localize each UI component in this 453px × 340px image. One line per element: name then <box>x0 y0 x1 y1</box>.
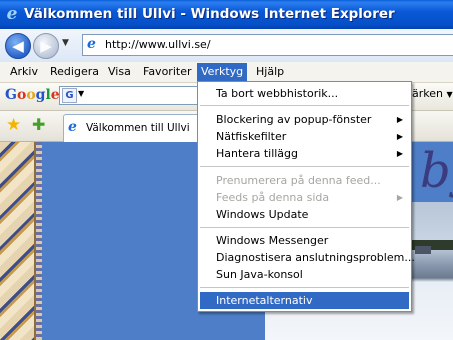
menu-item-windows-messenger[interactable]: Windows Messenger <box>200 232 409 249</box>
address-input[interactable]: e http://www.ullvi.se/ <box>82 34 453 56</box>
recent-pages-dropdown-icon[interactable]: ▼ <box>62 38 69 48</box>
submenu-arrow-icon: ▶ <box>396 193 403 202</box>
submenu-arrow-icon: ▶ <box>396 149 403 158</box>
forward-arrow-icon: ▶ <box>40 37 52 55</box>
menu-item-phishing-filter[interactable]: Nätfiskefilter ▶ <box>200 128 409 145</box>
menu-redigera[interactable]: Redigera <box>46 63 103 81</box>
menu-separator <box>200 287 409 288</box>
forward-button[interactable]: ▶ <box>33 33 59 59</box>
menu-hjalp[interactable]: Hjälp <box>252 63 288 81</box>
menu-item-manage-addons[interactable]: Hantera tillägg ▶ <box>200 145 409 162</box>
menu-favoriter[interactable]: Favoriter <box>139 63 195 81</box>
menu-item-popup-blocker[interactable]: Blockering av popup-fönster ▶ <box>200 111 409 128</box>
page-icon: e <box>68 119 77 135</box>
page-heading-fragment: by <box>420 143 453 199</box>
bookmarks-label: ärken <box>412 87 443 100</box>
chevron-down-icon[interactable]: ▼ <box>78 89 84 98</box>
back-arrow-icon: ◀ <box>12 37 24 55</box>
google-logo[interactable]: Google <box>5 86 60 104</box>
menu-item-subscribe-feed: Prenumerera på denna feed... <box>216 174 381 187</box>
menu-item-internet-options[interactable]: Internetalternativ <box>200 292 409 309</box>
tab-label: Välkommen till Ullvi <box>86 122 190 134</box>
google-g-icon: G <box>62 88 77 103</box>
tools-menu: Ta bort webbhistorik... Blockering av po… <box>197 81 415 312</box>
submenu-arrow-icon: ▶ <box>396 115 403 124</box>
submenu-arrow-icon: ▶ <box>396 132 403 141</box>
add-favorites-icon[interactable]: ✚ <box>32 116 45 134</box>
tab-ullvi[interactable]: e Välkommen till Ullvi <box>63 114 212 142</box>
decorative-border <box>0 142 36 340</box>
menu-arkiv[interactable]: Arkiv <box>6 63 42 81</box>
menu-verktyg[interactable]: Verktyg <box>197 63 248 81</box>
url-text: http://www.ullvi.se/ <box>105 38 211 51</box>
menu-separator <box>200 105 409 106</box>
chevron-down-icon: ▼ <box>446 90 453 99</box>
menu-item-feeds-on-page: Feeds på denna sida ▶ <box>216 191 403 204</box>
bookmarks-button[interactable]: ärken ▼ <box>412 87 453 100</box>
title-bar[interactable]: e Välkommen till Ullvi - Windows Interne… <box>0 0 453 29</box>
google-search-input[interactable]: G ▼ <box>59 86 199 105</box>
favorites-star-icon[interactable]: ★ <box>6 116 21 134</box>
menu-item-java-console[interactable]: Sun Java-konsol <box>200 266 409 283</box>
decorative-border-stripe <box>36 142 42 340</box>
window-title: Välkommen till Ullvi - Windows Internet … <box>24 6 395 22</box>
menu-separator <box>200 227 409 228</box>
menu-separator <box>200 166 409 167</box>
menu-item-delete-history[interactable]: Ta bort webbhistorik... <box>200 85 409 102</box>
ie-logo-icon: e <box>6 4 18 24</box>
menu-item-diagnose-connection[interactable]: Diagnostisera anslutningsproblem... <box>200 249 415 266</box>
menu-visa[interactable]: Visa <box>104 63 135 81</box>
back-button[interactable]: ◀ <box>5 33 31 59</box>
page-icon: e <box>87 36 96 52</box>
menu-item-windows-update[interactable]: Windows Update <box>200 206 409 223</box>
